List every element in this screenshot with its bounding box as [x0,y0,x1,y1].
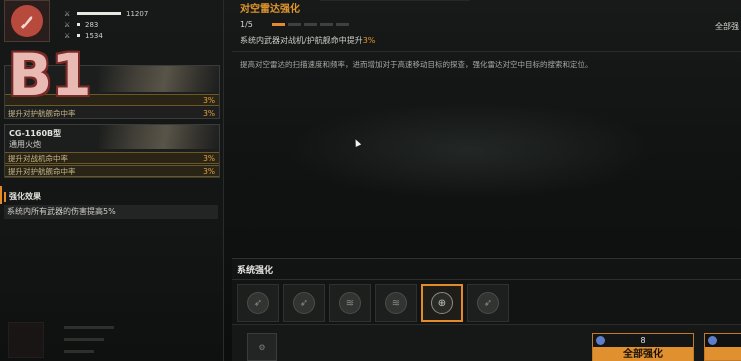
enhance-all-button[interactable]: 8 全部强化 [592,333,694,361]
enhance-slot[interactable]: ➶ [283,284,325,322]
effect-value: 3% [362,36,376,45]
effect-line: 系统内武器对战机/护航舰命中提升3% [240,35,375,46]
enhance-slot-selected[interactable]: ⊕ [421,284,463,322]
gun-stat-icon: ⚔ [64,31,71,40]
weapon-icon-tile[interactable] [4,0,50,42]
bonus-value: 3% [203,108,215,118]
section-marker [0,186,2,204]
heading-accent [4,191,6,202]
stat-value: 1534 [85,31,103,40]
b1-overlay-badge: B1 [8,41,92,109]
enhance-all-label: 全部强化 [593,347,693,361]
left-panel: ⚔ 11207 ⚔ 283 ⚔ 1534 3% 提升对护航舰命中率 3% B1 [0,0,224,361]
cost-value: 8 [640,336,646,345]
divider [232,51,741,52]
gear-icon[interactable]: ⚙ [247,333,277,361]
level-text: 1/5 [240,20,253,29]
enhance-effect-title: 强化效果 [9,192,41,201]
stat-row: ⚔ 283 [64,20,98,29]
heat-icon: ≋ [385,292,407,314]
card-title: CG-1160B型 [9,129,62,138]
effect-prefix: 系统内武器对战机/护航舰命中提升 [240,36,363,45]
card-bonus-row: 提升对护航舰命中率 3% [5,165,219,177]
level-segment [288,23,301,26]
bonus-value: 3% [203,153,215,163]
level-segment [336,23,349,26]
component-card[interactable]: CG-1160B型 通用火炮 提升对战机命中率 3% 提升对护航舰命中率 3% [4,124,220,178]
enhance-slot[interactable]: ≋ [329,284,371,322]
cost-row: 8 [593,334,693,347]
stat-value: 283 [85,20,99,29]
weapon-header: ⚔ 11207 ⚔ 283 ⚔ 1534 [0,0,224,46]
bonus-value: 3% [203,95,215,105]
gun-stat-icon: ⚔ [64,20,71,29]
level-segment [272,23,285,26]
stat-value: 11207 [126,9,149,18]
missile-icon: ➶ [477,292,499,314]
shell-icon [8,322,44,358]
weapon-thumbnail [99,66,219,92]
radar-target-icon: ⊕ [431,292,453,314]
level-segment [320,23,333,26]
currency-icon [708,336,717,345]
cropped-header [320,0,470,1]
missile-icon: ➶ [293,292,315,314]
gun-stat-icon: ⚔ [64,9,71,18]
detail-description: 提高对空雷达的扫描速度和频率，进而增加对于高速移动目标的探查，强化雷达对空中目标… [240,60,593,69]
enhance-slot[interactable]: ➶ [467,284,509,322]
enhance-slot[interactable]: ➶ [237,284,279,322]
currency-icon [596,336,605,345]
bonus-label: 提升对护航舰命中率 [8,108,76,118]
detail-title: 对空雷达强化 [240,4,300,15]
system-enhance-title: 系统强化 [237,266,274,276]
shell-icon [11,5,43,37]
enhance-effect-heading: 强化效果 [4,191,41,202]
stat-row: ⚔ 11207 [64,9,148,18]
enhance-effect-text: 系统内所有武器的伤害提高5% [4,205,218,219]
secondary-enhance-button[interactable] [704,333,741,361]
missile-icon: ➶ [247,292,269,314]
stat-row: ⚔ 1534 [64,31,103,40]
bonus-label: 提升对战机命中率 [8,153,68,163]
level-progress [272,23,349,26]
card-subtitle: 通用火炮 [9,140,41,149]
divider [232,279,741,280]
card-bonus-row: 提升对战机命中率 3% [5,152,219,164]
bonus-value: 3% [203,166,215,176]
bonus-label: 提升对护航舰命中率 [8,166,76,176]
level-segment [304,23,317,26]
heat-icon: ≋ [339,292,361,314]
weapon-thumbnail [99,125,219,149]
faded-list-item[interactable] [4,316,220,361]
enhance-slots: ➶ ➶ ≋ ≋ ⊕ ➶ [237,284,509,322]
all-label[interactable]: 全部强 [715,21,739,32]
enhance-slot[interactable]: ≋ [375,284,417,322]
